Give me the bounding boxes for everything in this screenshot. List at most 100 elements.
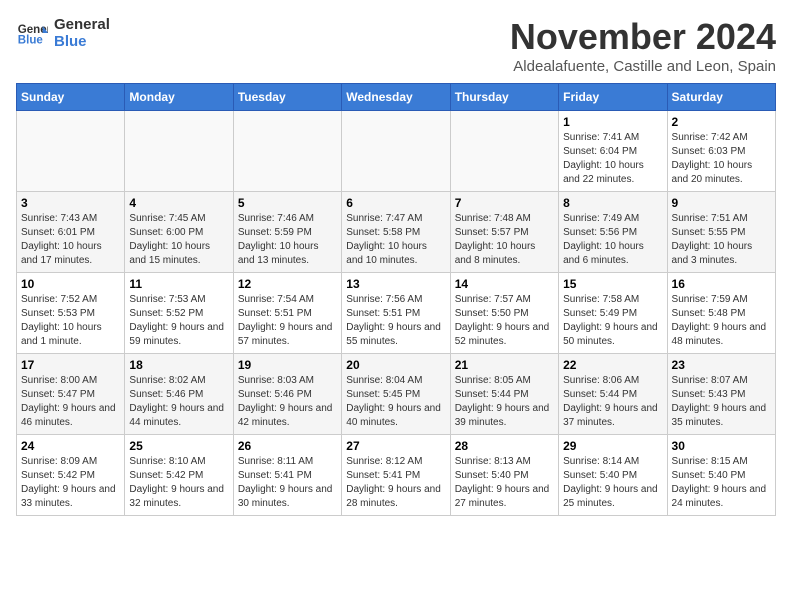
day-info: Sunrise: 8:02 AM Sunset: 5:46 PM Dayligh…	[129, 374, 228, 430]
day-number: 12	[238, 277, 337, 291]
day-info: Sunrise: 7:59 AM Sunset: 5:48 PM Dayligh…	[672, 293, 771, 349]
day-number: 27	[346, 439, 445, 453]
day-number: 20	[346, 358, 445, 372]
logo-general: General	[54, 16, 110, 33]
calendar-cell: 4 Sunrise: 7:45 AM Sunset: 6:00 PM Daylig…	[125, 192, 233, 273]
calendar-cell: 17 Sunrise: 8:00 AM Sunset: 5:47 PM Dayli…	[17, 354, 125, 435]
day-number: 26	[238, 439, 337, 453]
day-number: 2	[672, 115, 771, 129]
day-info: Sunrise: 8:10 AM Sunset: 5:42 PM Dayligh…	[129, 455, 228, 511]
day-info: Sunrise: 7:52 AM Sunset: 5:53 PM Dayligh…	[21, 293, 120, 349]
calendar-week-5: 24 Sunrise: 8:09 AM Sunset: 5:42 PM Dayli…	[17, 435, 776, 516]
calendar-cell: 26 Sunrise: 8:11 AM Sunset: 5:41 PM Dayli…	[233, 435, 341, 516]
day-info: Sunrise: 8:11 AM Sunset: 5:41 PM Dayligh…	[238, 455, 337, 511]
day-number: 18	[129, 358, 228, 372]
day-number: 13	[346, 277, 445, 291]
day-info: Sunrise: 8:12 AM Sunset: 5:41 PM Dayligh…	[346, 455, 445, 511]
calendar-cell: 22 Sunrise: 8:06 AM Sunset: 5:44 PM Dayli…	[559, 354, 667, 435]
day-info: Sunrise: 7:51 AM Sunset: 5:55 PM Dayligh…	[672, 212, 771, 268]
day-number: 3	[21, 196, 120, 210]
column-header-saturday: Saturday	[667, 84, 775, 111]
day-info: Sunrise: 7:53 AM Sunset: 5:52 PM Dayligh…	[129, 293, 228, 349]
day-info: Sunrise: 8:15 AM Sunset: 5:40 PM Dayligh…	[672, 455, 771, 511]
calendar-cell: 27 Sunrise: 8:12 AM Sunset: 5:41 PM Dayli…	[342, 435, 450, 516]
day-number: 9	[672, 196, 771, 210]
day-info: Sunrise: 8:09 AM Sunset: 5:42 PM Dayligh…	[21, 455, 120, 511]
calendar-table: SundayMondayTuesdayWednesdayThursdayFrid…	[16, 83, 776, 516]
logo-icon: General Blue	[16, 17, 48, 49]
column-header-thursday: Thursday	[450, 84, 558, 111]
day-number: 7	[455, 196, 554, 210]
page-header: General Blue General Blue November 2024 …	[16, 16, 776, 75]
logo-blue: Blue	[54, 33, 110, 50]
month-title: November 2024	[510, 16, 776, 58]
calendar-cell	[342, 111, 450, 192]
column-header-friday: Friday	[559, 84, 667, 111]
day-info: Sunrise: 8:07 AM Sunset: 5:43 PM Dayligh…	[672, 374, 771, 430]
calendar-cell	[450, 111, 558, 192]
day-number: 23	[672, 358, 771, 372]
day-number: 17	[21, 358, 120, 372]
day-info: Sunrise: 7:56 AM Sunset: 5:51 PM Dayligh…	[346, 293, 445, 349]
calendar-cell: 18 Sunrise: 8:02 AM Sunset: 5:46 PM Dayli…	[125, 354, 233, 435]
calendar-week-2: 3 Sunrise: 7:43 AM Sunset: 6:01 PM Daylig…	[17, 192, 776, 273]
calendar-cell	[17, 111, 125, 192]
day-number: 4	[129, 196, 228, 210]
day-info: Sunrise: 7:45 AM Sunset: 6:00 PM Dayligh…	[129, 212, 228, 268]
day-info: Sunrise: 8:13 AM Sunset: 5:40 PM Dayligh…	[455, 455, 554, 511]
calendar-cell: 24 Sunrise: 8:09 AM Sunset: 5:42 PM Dayli…	[17, 435, 125, 516]
day-info: Sunrise: 7:57 AM Sunset: 5:50 PM Dayligh…	[455, 293, 554, 349]
calendar-cell: 14 Sunrise: 7:57 AM Sunset: 5:50 PM Dayli…	[450, 273, 558, 354]
calendar-cell	[125, 111, 233, 192]
calendar-cell: 11 Sunrise: 7:53 AM Sunset: 5:52 PM Dayli…	[125, 273, 233, 354]
calendar-cell: 23 Sunrise: 8:07 AM Sunset: 5:43 PM Dayli…	[667, 354, 775, 435]
day-number: 14	[455, 277, 554, 291]
day-info: Sunrise: 8:14 AM Sunset: 5:40 PM Dayligh…	[563, 455, 662, 511]
calendar-cell: 3 Sunrise: 7:43 AM Sunset: 6:01 PM Daylig…	[17, 192, 125, 273]
day-info: Sunrise: 7:47 AM Sunset: 5:58 PM Dayligh…	[346, 212, 445, 268]
calendar-cell	[233, 111, 341, 192]
calendar-cell: 16 Sunrise: 7:59 AM Sunset: 5:48 PM Dayli…	[667, 273, 775, 354]
calendar-cell: 2 Sunrise: 7:42 AM Sunset: 6:03 PM Daylig…	[667, 111, 775, 192]
calendar-cell: 30 Sunrise: 8:15 AM Sunset: 5:40 PM Dayli…	[667, 435, 775, 516]
day-info: Sunrise: 7:41 AM Sunset: 6:04 PM Dayligh…	[563, 131, 662, 187]
day-number: 11	[129, 277, 228, 291]
day-info: Sunrise: 7:49 AM Sunset: 5:56 PM Dayligh…	[563, 212, 662, 268]
day-number: 25	[129, 439, 228, 453]
calendar-cell: 15Sunrise: 7:58 AM Sunset: 5:49 PM Dayli…	[559, 273, 667, 354]
calendar-week-1: 1Sunrise: 7:41 AM Sunset: 6:04 PM Daylig…	[17, 111, 776, 192]
day-number: 24	[21, 439, 120, 453]
calendar-cell: 7 Sunrise: 7:48 AM Sunset: 5:57 PM Daylig…	[450, 192, 558, 273]
day-info: Sunrise: 7:46 AM Sunset: 5:59 PM Dayligh…	[238, 212, 337, 268]
calendar-cell: 20Sunrise: 8:04 AM Sunset: 5:45 PM Dayli…	[342, 354, 450, 435]
calendar-cell: 19 Sunrise: 8:03 AM Sunset: 5:46 PM Dayli…	[233, 354, 341, 435]
day-number: 29	[563, 439, 662, 453]
day-info: Sunrise: 8:03 AM Sunset: 5:46 PM Dayligh…	[238, 374, 337, 430]
calendar-header: SundayMondayTuesdayWednesdayThursdayFrid…	[17, 84, 776, 111]
day-info: Sunrise: 8:00 AM Sunset: 5:47 PM Dayligh…	[21, 374, 120, 430]
column-header-sunday: Sunday	[17, 84, 125, 111]
calendar-cell: 9 Sunrise: 7:51 AM Sunset: 5:55 PM Daylig…	[667, 192, 775, 273]
calendar-week-4: 17 Sunrise: 8:00 AM Sunset: 5:47 PM Dayli…	[17, 354, 776, 435]
day-number: 21	[455, 358, 554, 372]
calendar-cell: 5Sunrise: 7:46 AM Sunset: 5:59 PM Daylig…	[233, 192, 341, 273]
column-header-tuesday: Tuesday	[233, 84, 341, 111]
column-header-monday: Monday	[125, 84, 233, 111]
calendar-week-3: 10 Sunrise: 7:52 AM Sunset: 5:53 PM Dayli…	[17, 273, 776, 354]
calendar-cell: 29 Sunrise: 8:14 AM Sunset: 5:40 PM Dayli…	[559, 435, 667, 516]
day-info: Sunrise: 8:06 AM Sunset: 5:44 PM Dayligh…	[563, 374, 662, 430]
calendar-cell: 10 Sunrise: 7:52 AM Sunset: 5:53 PM Dayli…	[17, 273, 125, 354]
day-info: Sunrise: 7:48 AM Sunset: 5:57 PM Dayligh…	[455, 212, 554, 268]
column-header-wednesday: Wednesday	[342, 84, 450, 111]
day-number: 10	[21, 277, 120, 291]
calendar-cell: 25 Sunrise: 8:10 AM Sunset: 5:42 PM Dayli…	[125, 435, 233, 516]
day-number: 30	[672, 439, 771, 453]
day-number: 16	[672, 277, 771, 291]
day-info: Sunrise: 7:42 AM Sunset: 6:03 PM Dayligh…	[672, 131, 771, 187]
day-number: 19	[238, 358, 337, 372]
day-number: 22	[563, 358, 662, 372]
calendar-cell: 21Sunrise: 8:05 AM Sunset: 5:44 PM Dayli…	[450, 354, 558, 435]
calendar-cell: 1Sunrise: 7:41 AM Sunset: 6:04 PM Daylig…	[559, 111, 667, 192]
day-info: Sunrise: 7:43 AM Sunset: 6:01 PM Dayligh…	[21, 212, 120, 268]
calendar-cell: 28Sunrise: 8:13 AM Sunset: 5:40 PM Dayli…	[450, 435, 558, 516]
